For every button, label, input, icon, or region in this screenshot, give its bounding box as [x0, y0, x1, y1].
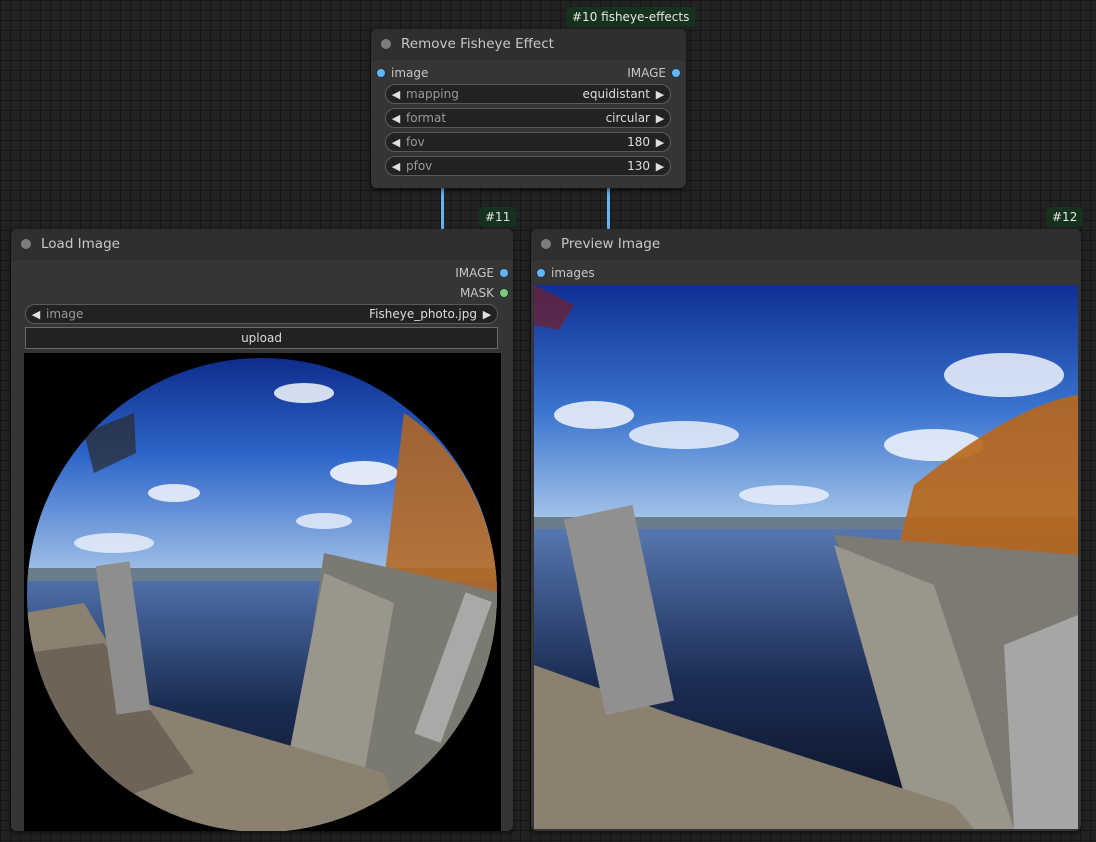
load-image-node[interactable]: Load Image IMAGE MASK ◀ image Fisheye_ph…: [11, 229, 513, 831]
triangle-right-icon[interactable]: ▶: [650, 112, 670, 125]
pfov-number[interactable]: ◀ pfov 130 ▶: [385, 156, 671, 176]
image-file-combo[interactable]: ◀ image Fisheye_photo.jpg ▶: [25, 304, 498, 324]
widget-value: Fisheye_photo.jpg: [369, 307, 477, 321]
triangle-right-icon[interactable]: ▶: [650, 88, 670, 101]
widget-value: 180: [627, 135, 650, 149]
triangle-left-icon[interactable]: ◀: [386, 88, 406, 101]
node-header[interactable]: Load Image: [11, 229, 513, 260]
node-badge-preview: #12: [1046, 207, 1084, 227]
fisheye-image: [24, 353, 501, 831]
triangle-left-icon[interactable]: ◀: [26, 308, 46, 321]
node-header[interactable]: Preview Image: [531, 229, 1081, 260]
triangle-right-icon[interactable]: ▶: [650, 136, 670, 149]
widget-label: pfov: [406, 159, 433, 173]
preview-image-node[interactable]: Preview Image images: [531, 229, 1081, 831]
upload-button[interactable]: upload: [25, 327, 498, 349]
remove-fisheye-node[interactable]: Remove Fisheye Effect image IMAGE ◀ mapp…: [371, 29, 686, 188]
input-label-image: image: [391, 66, 429, 80]
node-title: Load Image: [41, 236, 120, 252]
widget-value: equidistant: [582, 87, 650, 101]
output-label-image: IMAGE: [627, 66, 666, 80]
node-badge-remove: #10 fisheye-effects: [566, 7, 696, 27]
widget-value: 130: [627, 159, 650, 173]
input-label-images: images: [551, 266, 595, 280]
output-label-image: IMAGE: [455, 266, 494, 280]
output-slot-mask[interactable]: [500, 289, 508, 297]
triangle-right-icon[interactable]: ▶: [650, 160, 670, 173]
widget-label: mapping: [406, 87, 459, 101]
link-remove-to-preview: [607, 186, 610, 230]
triangle-left-icon[interactable]: ◀: [386, 160, 406, 173]
fisheye-photo-graphic: [27, 358, 497, 831]
triangle-left-icon[interactable]: ◀: [386, 112, 406, 125]
node-header[interactable]: Remove Fisheye Effect: [371, 29, 686, 60]
node-collapse-dot[interactable]: [541, 239, 551, 249]
widget-label: image: [46, 307, 84, 321]
link-load-to-remove: [441, 186, 444, 230]
node-collapse-dot[interactable]: [381, 39, 391, 49]
node-badge-load: #11: [479, 207, 517, 227]
widget-label: fov: [406, 135, 425, 149]
triangle-left-icon[interactable]: ◀: [386, 136, 406, 149]
format-combo[interactable]: ◀ format circular ▶: [385, 108, 671, 128]
widget-label: format: [406, 111, 447, 125]
input-slot-images[interactable]: [537, 269, 545, 277]
preview-image: [534, 285, 1078, 829]
triangle-right-icon[interactable]: ▶: [477, 308, 497, 321]
widget-value: circular: [605, 111, 650, 125]
fov-number[interactable]: ◀ fov 180 ▶: [385, 132, 671, 152]
output-label-mask: MASK: [459, 286, 494, 300]
node-title: Remove Fisheye Effect: [401, 36, 554, 52]
input-slot-image[interactable]: [377, 69, 385, 77]
node-collapse-dot[interactable]: [21, 239, 31, 249]
output-slot-image[interactable]: [672, 69, 680, 77]
rectified-photo-graphic: [534, 285, 1078, 829]
output-slot-image[interactable]: [500, 269, 508, 277]
mapping-combo[interactable]: ◀ mapping equidistant ▶: [385, 84, 671, 104]
node-title: Preview Image: [561, 236, 661, 252]
